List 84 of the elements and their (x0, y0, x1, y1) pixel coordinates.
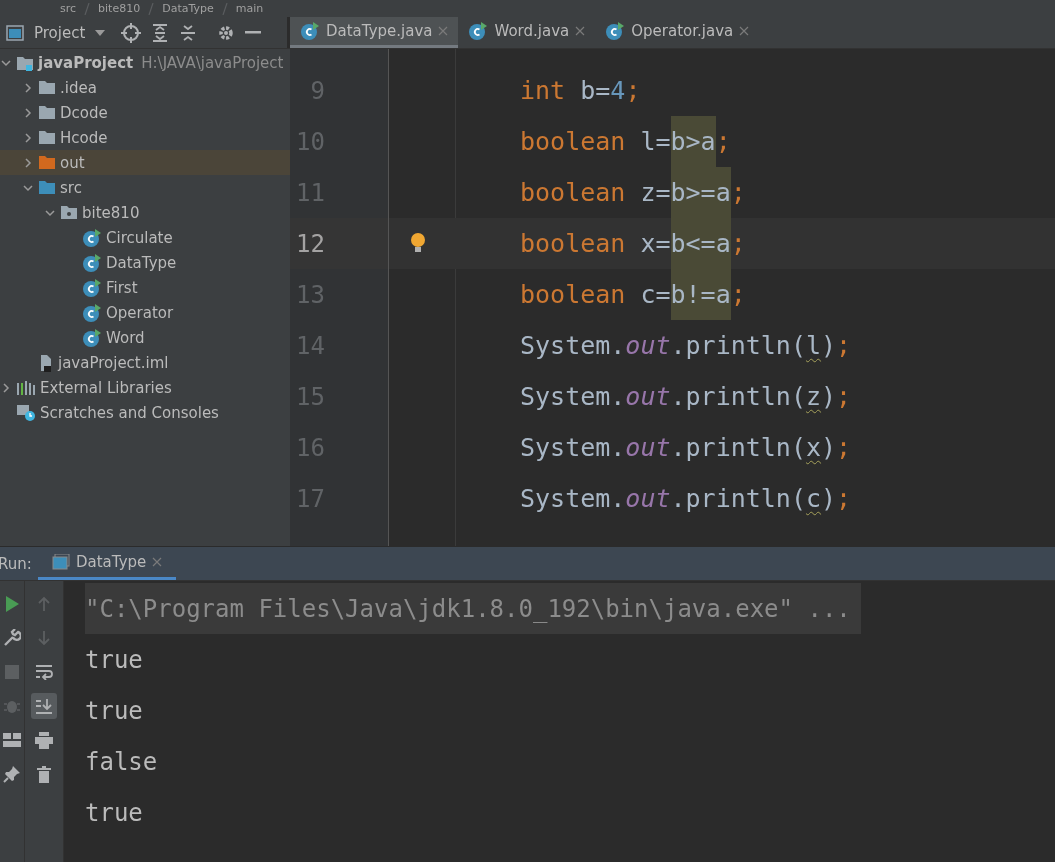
code-line: System.out.println(x); (519, 432, 853, 464)
libraries-icon (16, 379, 36, 396)
code-line: System.out.println(z); (519, 381, 853, 413)
settings-icon[interactable] (217, 23, 236, 42)
collapse-all-icon[interactable] (179, 23, 198, 42)
editor-tab[interactable]: DataType.java (290, 17, 459, 48)
package-icon (60, 205, 78, 220)
editor-tab[interactable]: Operator.java (595, 17, 760, 48)
code-line: boolean c=b!=a; (389, 269, 1055, 320)
editor-tab[interactable]: Word.java (458, 17, 596, 48)
expand-all-icon[interactable] (151, 23, 170, 42)
folder-icon (38, 155, 56, 170)
output-line: true (85, 644, 143, 676)
tree-item[interactable]: Operator (0, 300, 290, 325)
close-icon[interactable] (739, 26, 750, 36)
class-icon (468, 22, 489, 40)
tree-item[interactable]: javaProject.iml (0, 350, 290, 375)
crosshair-icon[interactable] (121, 22, 142, 43)
tree-item[interactable]: First (0, 275, 290, 300)
output-line: true (85, 695, 143, 727)
tree-item[interactable]: External Libraries (0, 375, 290, 400)
class-icon (605, 22, 626, 40)
scroll-to-end-icon[interactable] (35, 698, 53, 714)
lightbulb-icon[interactable] (409, 232, 427, 254)
tree-item[interactable]: bite810 (0, 200, 290, 225)
tree-item[interactable]: javaProject H:\JAVA\javaProject (0, 50, 290, 75)
class-icon (82, 303, 102, 322)
tree-item[interactable]: Word (0, 325, 290, 350)
code-line: System.out.println(c); (519, 483, 853, 515)
class-icon (82, 278, 102, 297)
chevron-right-icon[interactable] (22, 156, 34, 169)
soft-wrap-icon[interactable] (35, 664, 53, 680)
close-icon[interactable] (152, 557, 163, 567)
tree-item[interactable]: DataType (0, 250, 290, 275)
class-icon (300, 22, 320, 40)
output-line: false (85, 746, 158, 778)
code-line: boolean z=b>=a; (389, 167, 1055, 218)
breadcrumb-item[interactable]: bite810 (98, 1, 141, 16)
tree-item[interactable]: Hcode (0, 125, 290, 150)
trash-icon[interactable] (37, 765, 51, 783)
folder-icon (38, 180, 56, 195)
tree-item[interactable]: Circulate (0, 225, 290, 250)
code-line: System.out.println(l); (519, 330, 853, 362)
separator-icon (148, 2, 155, 15)
line-number: 12 (290, 218, 388, 269)
close-icon[interactable] (575, 26, 586, 36)
pin-icon[interactable] (3, 765, 21, 783)
tree-item-path: H:\JAVA\javaProject (141, 53, 284, 72)
class-icon (82, 228, 102, 247)
folder-icon (38, 80, 56, 95)
tree-item[interactable]: Dcode (0, 100, 290, 125)
chevron-right-icon[interactable] (0, 381, 12, 394)
tree-item[interactable]: out (0, 150, 290, 175)
layout-icon[interactable] (3, 733, 21, 747)
panel-title[interactable]: Project (34, 23, 86, 42)
run-icon[interactable] (4, 595, 20, 613)
code-line: int b=4; (519, 75, 642, 107)
output-line: true (85, 797, 143, 829)
run-label: Run: (0, 553, 33, 575)
separator-icon (84, 2, 91, 15)
minimize-icon[interactable] (245, 30, 262, 35)
tree-item[interactable]: src (0, 175, 290, 200)
chevron-right-icon[interactable] (22, 131, 34, 144)
scratches-icon (16, 403, 36, 422)
class-icon (82, 328, 102, 347)
file-icon (38, 353, 54, 372)
tree-item[interactable]: Scratches and Consoles (0, 400, 290, 425)
module-folder-icon (16, 54, 34, 71)
folder-icon (38, 105, 56, 120)
printer-icon[interactable] (35, 731, 53, 749)
class-icon (82, 253, 102, 272)
separator-icon (221, 2, 228, 15)
breadcrumb-item[interactable]: DataType (162, 1, 214, 16)
console-icon (52, 554, 70, 570)
code-line: boolean l=b>a; (389, 116, 1055, 167)
wrench-icon[interactable] (3, 629, 21, 647)
chevron-right-icon[interactable] (22, 81, 34, 94)
panel-icon (6, 24, 24, 41)
chevron-right-icon[interactable] (22, 106, 34, 119)
tree-item[interactable]: .idea (0, 75, 290, 100)
folder-icon (38, 130, 56, 145)
breadcrumb-item[interactable]: main (235, 1, 264, 16)
breadcrumb-item[interactable]: src (60, 1, 77, 16)
caret-icon[interactable] (95, 29, 106, 36)
